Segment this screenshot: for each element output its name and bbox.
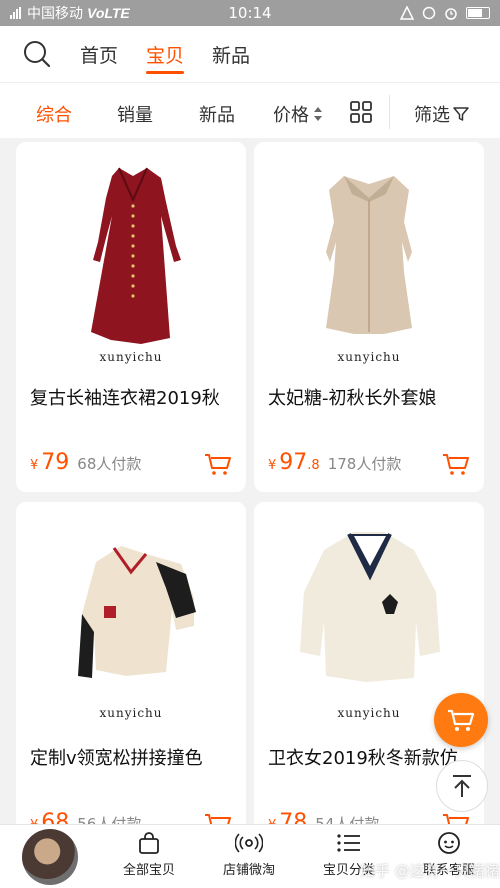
data-saver-icon [422, 6, 436, 20]
add-to-cart-icon[interactable] [442, 812, 470, 824]
search-icon[interactable] [22, 39, 52, 69]
floating-cart-button[interactable] [434, 693, 488, 747]
list-icon [337, 834, 360, 852]
sort-sales[interactable]: 销量 [117, 101, 153, 127]
sort-price[interactable]: 价格 [273, 101, 324, 127]
customer-service-label: 联系客服 [422, 863, 475, 878]
network-label: VoLTE [87, 5, 130, 21]
sold-count: 178人付款 [327, 455, 402, 473]
back-to-top-button[interactable] [436, 760, 488, 812]
all-products-button[interactable]: 全部宝贝 [104, 831, 194, 878]
currency-symbol: ¥ [268, 458, 277, 473]
price-row: ¥ 97 .8 178人付款 [268, 450, 401, 475]
bag-icon [139, 832, 159, 854]
add-to-cart-icon[interactable] [442, 452, 470, 476]
product-brand: xunyichu [99, 350, 163, 364]
carrier-label: 中国移动 [27, 6, 83, 22]
chat-face-icon [438, 832, 460, 854]
sort-new[interactable]: 新品 [199, 101, 235, 127]
product-price: 68 [41, 810, 70, 824]
sold-count: 68人付款 [77, 455, 142, 473]
categories-label: 宝贝分类 [322, 863, 375, 878]
status-bar: 中国移动 VoLTE 10:14 [0, 0, 500, 26]
shop-feed-button[interactable]: 店铺微淘 [204, 831, 294, 878]
add-to-cart-icon[interactable] [204, 812, 232, 824]
product-grid: xunyichu 复古长袖连衣裙2019秋 ¥ 79 68人付款 xunyich… [0, 138, 500, 824]
tab-home[interactable]: 首页 [80, 35, 118, 74]
product-price: 79 [41, 450, 70, 475]
sort-comprehensive[interactable]: 综合 [36, 101, 72, 127]
sort-price-label: 价格 [273, 105, 309, 126]
product-brand: xunyichu [337, 350, 401, 364]
grid-view-icon[interactable] [349, 100, 373, 124]
filter-button[interactable]: 筛选 [414, 101, 470, 127]
product-brand: xunyichu [99, 706, 163, 720]
all-products-label: 全部宝贝 [122, 863, 175, 878]
bottom-bar: 全部宝贝 店铺微淘 宝贝分类 联系客服 [0, 824, 500, 888]
top-nav: 首页 宝贝 新品 [0, 26, 500, 82]
sold-count: 56人付款 [77, 815, 142, 824]
sort-divider [389, 95, 390, 129]
signal-icon [10, 7, 21, 19]
alarm-icon [445, 8, 457, 20]
tab-products[interactable]: 宝贝 [146, 35, 185, 74]
categories-button[interactable]: 宝贝分类 [304, 831, 394, 878]
tab-new[interactable]: 新品 [212, 35, 250, 74]
product-price: 97 [279, 450, 308, 475]
product-image [16, 502, 246, 732]
shop-avatar[interactable] [22, 829, 78, 885]
broadcast-icon [235, 833, 263, 853]
sort-arrows-icon [314, 107, 322, 121]
filter-icon [453, 107, 469, 121]
product-title: 定制v领宽松拼接撞色 [30, 748, 203, 769]
price-row: ¥ 79 68人付款 [30, 450, 141, 475]
product-title: 复古长袖连衣裙2019秋 [30, 388, 220, 409]
warning-icon [400, 6, 414, 20]
add-to-cart-icon[interactable] [204, 452, 232, 476]
cart-icon [448, 709, 475, 731]
price-row: ¥ 68 56人付款 [30, 810, 141, 824]
product-card[interactable]: xunyichu 太妃糖-初秋长外套娘 ¥ 97 .8 178人付款 [254, 142, 484, 492]
currency-symbol: ¥ [30, 458, 39, 473]
product-price: 78 [279, 810, 308, 824]
battery-icon [466, 7, 490, 19]
price-row: ¥ 78 54人付款 [268, 810, 379, 824]
product-image [254, 142, 484, 372]
sort-bar: 综合 销量 新品 价格 筛选 [0, 82, 500, 138]
product-title: 太妃糖-初秋长外套娘 [268, 388, 437, 409]
sold-count: 54人付款 [315, 815, 380, 824]
product-card[interactable]: xunyichu 复古长袖连衣裙2019秋 ¥ 79 68人付款 [16, 142, 246, 492]
product-price-decimal: .8 [307, 458, 320, 473]
arrow-up-icon [453, 775, 471, 797]
product-image [16, 142, 246, 372]
product-card[interactable]: xunyichu 定制v领宽松拼接撞色 ¥ 68 56人付款 [16, 502, 246, 824]
filter-label: 筛选 [414, 105, 450, 126]
customer-service-button[interactable]: 联系客服 [404, 831, 494, 878]
shop-feed-label: 店铺微淘 [222, 863, 275, 878]
